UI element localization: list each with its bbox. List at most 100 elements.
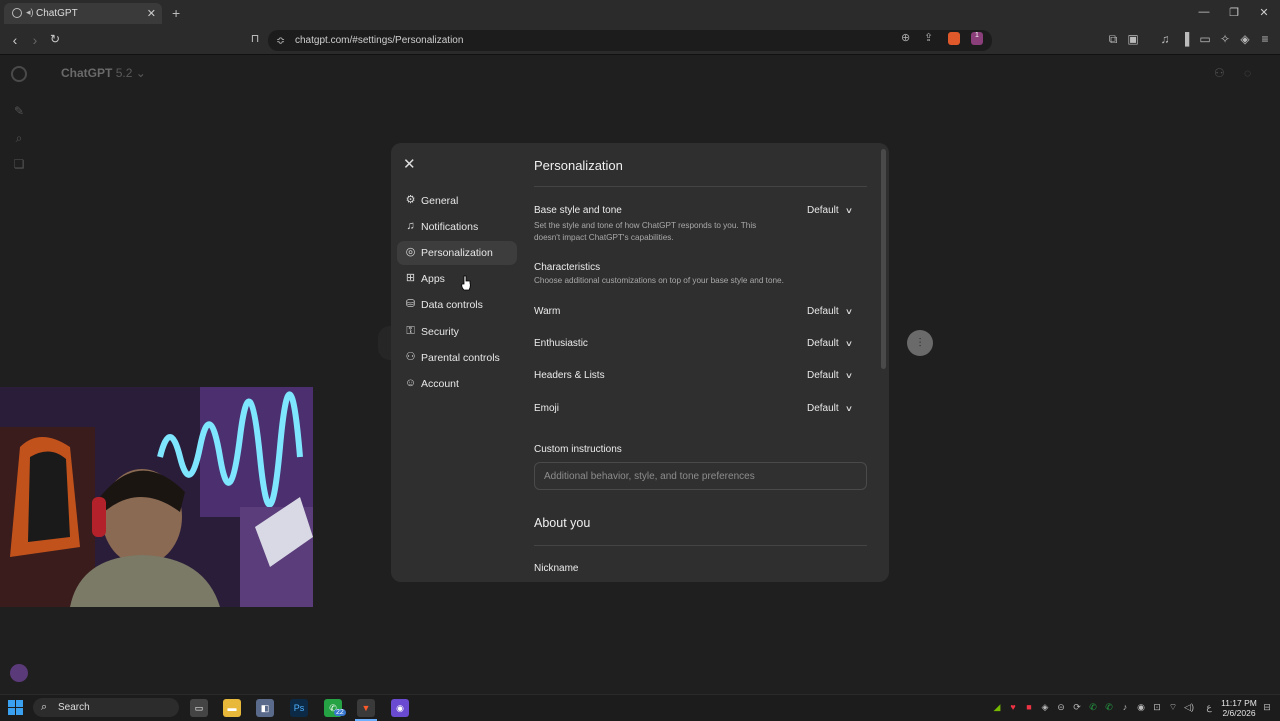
nav-label: Notifications — [421, 221, 479, 233]
system-clock[interactable]: 11:17 PM 2/6/2026 — [1218, 698, 1260, 718]
vpn-icon[interactable]: ◈ — [1238, 32, 1252, 46]
nav-notifications[interactable]: ♫ Notifications — [397, 215, 517, 239]
wallet-icon[interactable]: ▭ — [1198, 32, 1212, 46]
webcam-overlay — [0, 387, 313, 607]
nav-general[interactable]: ⚙ General — [397, 189, 517, 213]
extensions-icon[interactable]: ⧉ — [1106, 32, 1120, 47]
new-chat-icon[interactable]: ✎ — [12, 104, 26, 118]
input-placeholder: Additional behavior, style, and tone pre… — [544, 471, 755, 482]
tray-app-icon[interactable]: ♥ — [1008, 702, 1018, 712]
user-avatar[interactable] — [10, 664, 28, 682]
tray-app-icon[interactable]: ✆ — [1104, 702, 1114, 713]
nav-parental-controls[interactable]: ⚇ Parental controls — [397, 346, 517, 370]
back-icon[interactable]: ‹ — [7, 32, 23, 48]
photoshop-icon[interactable]: Ps — [290, 699, 308, 717]
microphone-icon[interactable]: ♪ — [1120, 702, 1130, 712]
voice-mode-icon[interactable]: ⫶ — [907, 330, 933, 356]
nvidia-icon[interactable]: ◢ — [992, 702, 1002, 713]
dropdown-value: Default — [807, 338, 839, 349]
settings-content: Personalization Base style and tone Set … — [534, 143, 869, 582]
clock-time: 11:17 PM — [1221, 698, 1257, 708]
chevron-down-icon: ⌄ — [135, 66, 146, 80]
divider — [534, 186, 867, 187]
task-view-icon[interactable]: ▭ — [190, 699, 208, 717]
nav-security[interactable]: ⚿ Security — [397, 320, 517, 344]
nav-account[interactable]: ☺ Account — [397, 372, 517, 396]
tab-close-icon[interactable]: ✕ — [147, 7, 156, 20]
leo-ai-icon[interactable]: ✧ — [1218, 32, 1232, 46]
temporary-chat-icon[interactable]: ◌ — [1244, 66, 1251, 80]
nav-apps[interactable]: ⊞ Apps — [397, 267, 517, 291]
nav-label: General — [421, 195, 459, 207]
add-people-icon[interactable]: ⚇ — [1214, 66, 1225, 80]
app-icon[interactable]: ◧ — [256, 699, 274, 717]
browser-tab[interactable]: ◂) ChatGPT ✕ — [4, 3, 162, 24]
screenshot-icon[interactable]: ▣ — [1126, 32, 1140, 46]
webcam-feed-image — [0, 387, 313, 607]
forward-icon[interactable]: › — [27, 32, 43, 48]
bookmark-icon[interactable]: ⊓ — [247, 32, 263, 45]
nav-personalization[interactable]: ◎ Personalization — [397, 241, 517, 265]
whatsapp-tray-icon[interactable]: ✆ — [1088, 702, 1098, 713]
about-you-title: About you — [534, 516, 591, 530]
nav-label: Apps — [421, 273, 445, 285]
enthusiastic-dropdown[interactable]: Default ∨ — [807, 338, 853, 349]
zoom-icon[interactable]: ⊕ — [901, 31, 910, 44]
window-close-icon[interactable]: ✕ — [1254, 6, 1274, 19]
brave-rewards-icon[interactable]: 1 — [971, 32, 983, 45]
model-version: 5.2 — [115, 66, 133, 80]
sidebar-icon[interactable]: ▐ — [1178, 32, 1192, 46]
composer-edge — [378, 326, 392, 360]
nickname-label: Nickname — [534, 563, 579, 574]
custom-instructions-input[interactable]: Additional behavior, style, and tone pre… — [534, 462, 867, 490]
characteristics-title: Characteristics — [534, 262, 601, 273]
chatgpt-favicon-icon — [12, 8, 22, 18]
chatgpt-logo-icon[interactable] — [11, 66, 27, 82]
library-icon[interactable]: ❏ — [12, 157, 26, 171]
tray-app-icon[interactable]: ⟳ — [1072, 702, 1082, 713]
windows-start-icon[interactable] — [8, 700, 23, 715]
warm-dropdown[interactable]: Default ∨ — [807, 306, 853, 317]
speaker-icon: ◂) — [26, 7, 34, 17]
emoji-dropdown[interactable]: Default ∨ — [807, 403, 853, 414]
restore-icon[interactable]: ❐ — [1224, 6, 1244, 19]
tray-app-icon[interactable]: ⊝ — [1056, 702, 1066, 713]
close-settings-icon[interactable]: ✕ — [403, 155, 416, 173]
discord-icon[interactable]: ◉ — [391, 699, 409, 717]
dropdown-value: Default — [807, 403, 839, 414]
nav-label: Account — [421, 378, 459, 390]
minimize-icon[interactable]: — — [1194, 6, 1214, 18]
new-tab-icon[interactable]: + — [172, 5, 180, 21]
nav-label: Security — [421, 326, 459, 338]
site-settings-icon[interactable]: ≎ — [276, 34, 285, 47]
taskbar-search[interactable]: ⌕ Search — [33, 698, 179, 717]
base-style-dropdown[interactable]: Default ∨ — [807, 205, 853, 216]
media-icon[interactable]: ♫ — [1158, 32, 1172, 46]
nav-label: Data controls — [421, 299, 483, 311]
brave-shields-icon[interactable] — [948, 32, 960, 45]
nav-label: Personalization — [421, 247, 493, 259]
volume-icon[interactable]: ◁) — [1184, 702, 1194, 713]
file-explorer-icon[interactable]: ▬ — [223, 699, 241, 717]
chevron-down-icon: ∨ — [844, 339, 853, 348]
network-icon[interactable]: ⌔ — [1168, 702, 1178, 713]
tray-app-icon[interactable]: ◈ — [1040, 702, 1050, 713]
model-selector[interactable]: ChatGPT 5.2 ⌄ — [61, 66, 146, 80]
language-icon[interactable]: ع — [1204, 702, 1214, 713]
settings-scrollbar[interactable] — [881, 149, 886, 369]
gear-icon: ⚙ — [405, 194, 416, 206]
tray-app-icon[interactable]: ⊡ — [1152, 702, 1162, 713]
brave-browser-icon[interactable]: ▼ — [357, 699, 375, 717]
search-chats-icon[interactable]: ⌕ — [12, 131, 26, 145]
nav-data-controls[interactable]: ⛁ Data controls — [397, 293, 517, 317]
tray-app-icon[interactable]: ◉ — [1136, 702, 1146, 713]
share-icon[interactable]: ⇪ — [924, 31, 933, 44]
menu-icon[interactable]: ≡ — [1258, 32, 1272, 46]
url-bar[interactable]: ≎ chatgpt.com/#settings/Personalization — [268, 30, 992, 51]
reload-icon[interactable]: ↻ — [47, 32, 63, 46]
notifications-icon[interactable]: ⊟ — [1262, 702, 1272, 713]
emoji-label: Emoji — [534, 403, 560, 414]
search-icon: ⌕ — [41, 701, 48, 713]
headers-lists-dropdown[interactable]: Default ∨ — [807, 370, 853, 381]
tray-app-icon[interactable]: ■ — [1024, 702, 1034, 712]
